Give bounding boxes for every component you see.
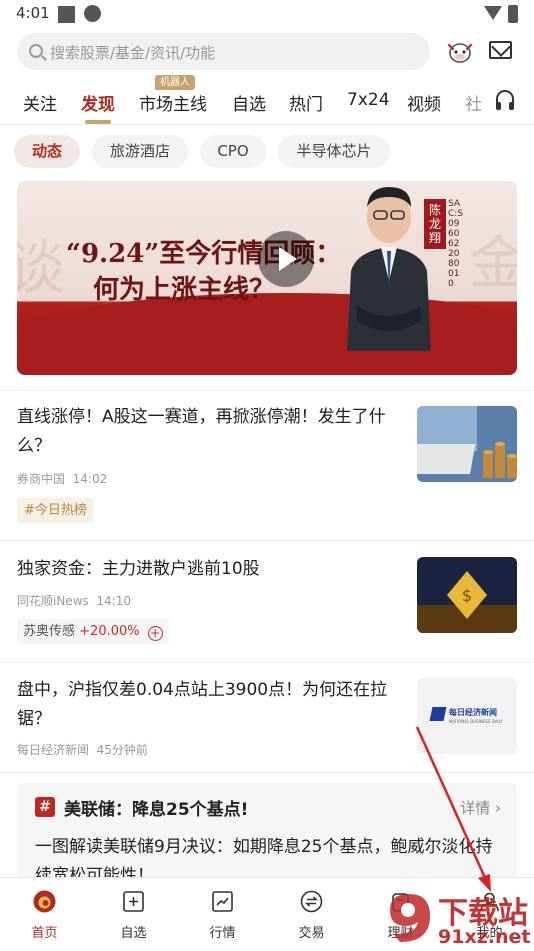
news-item[interactable]: 独家资金：主力进散户逃前10股 同花顺iNews 14:10 苏奥传感 +20.…	[17, 555, 517, 660]
banner-watermark: 谈	[17, 234, 66, 302]
nav-label: 自选	[120, 926, 147, 941]
presenter-photo	[347, 187, 431, 351]
hot-tag[interactable]: #今日热榜	[17, 498, 94, 523]
tab-7x24[interactable]: 7x24	[347, 90, 390, 110]
notification-square-icon	[58, 6, 75, 23]
robot-badge: 机器人	[155, 75, 195, 90]
news-source: 券商中国	[17, 472, 66, 486]
fed-card-body: 一图解读美联储9月决议：如期降息25个基点，鲍威尔淡化持续宽松可能性！	[35, 837, 493, 883]
divider	[0, 772, 534, 773]
search-icon	[29, 44, 43, 58]
svg-text:$: $	[462, 586, 472, 605]
watermark-logo-icon	[390, 894, 430, 942]
banner-watermark: 金	[469, 229, 517, 297]
nav-label: 首页	[31, 926, 58, 941]
nbd-logo-icon	[429, 707, 447, 721]
news-thumbnail-coins	[417, 406, 517, 482]
nav-label: 交易	[298, 926, 325, 941]
fed-card-more-label: 详情	[460, 799, 491, 817]
chip-cpo[interactable]: CPO	[200, 135, 266, 168]
thumb-logo-text: 每日经济新闻	[449, 708, 497, 717]
news-time: 14:10	[96, 594, 131, 608]
headset-icon[interactable]	[496, 90, 514, 110]
presenter-certificate: SAC:S0960622080010	[448, 199, 464, 289]
divider	[0, 390, 534, 391]
stock-name: 苏奥传感	[23, 624, 76, 639]
hashtag-icon: #	[35, 797, 55, 817]
news-headline: 直线涨停！A股这一赛道，再掀涨停潮！发生了什么？	[17, 407, 386, 456]
search-placeholder: 搜索股票/基金/资讯/功能	[50, 44, 216, 62]
site-watermark: 下载站 91xz.net	[384, 888, 534, 950]
tab-hot[interactable]: 热门	[289, 90, 323, 115]
nav-label: 行情	[209, 926, 236, 941]
add-square-icon	[123, 891, 144, 912]
divider	[0, 540, 534, 541]
notification-gear-icon	[84, 5, 101, 22]
chip-semiconductor[interactable]: 半导体芯片	[278, 135, 390, 168]
video-banner[interactable]: 谈 股 论 金 “9.24”至今行情回顾： 何为上涨主线？ 陈龙翔 SAC:S0…	[17, 181, 517, 375]
chart-icon	[212, 891, 233, 912]
nav-watchlist[interactable]: 自选	[89, 878, 178, 951]
news-headline: 盘中，沪指仅差0.04点站上3900点！为何还在拉锯？	[17, 680, 388, 729]
chip-travel-hotel[interactable]: 旅游酒店	[92, 135, 188, 168]
nav-trade[interactable]: 交易	[267, 878, 356, 951]
divider	[0, 662, 534, 663]
battery-icon	[508, 5, 518, 23]
stock-chip[interactable]: 苏奥传感 +20.00% +	[17, 619, 169, 644]
search-bar[interactable]: 搜索股票/基金/资讯/功能	[17, 33, 430, 70]
news-source: 同花顺iNews	[17, 594, 89, 608]
thumb-logo-sub: NATIONAL BUSINESS DAILY	[449, 719, 503, 724]
news-headline: 独家资金：主力进散户逃前10股	[17, 559, 260, 579]
banner-title-line2: 何为上涨主线？	[93, 275, 276, 305]
news-time: 45分钟前	[96, 743, 148, 757]
news-meta: 同花顺iNews 14:10	[17, 592, 131, 609]
nav-home[interactable]: 首页	[0, 878, 89, 951]
news-time: 14:02	[72, 472, 108, 486]
play-button[interactable]	[258, 231, 314, 287]
news-thumbnail-nbd: 每日经济新闻 NATIONAL BUSINESS DAILY	[417, 678, 517, 754]
news-meta: 每日经济新闻 45分钟前	[17, 741, 148, 758]
tab-watchlist[interactable]: 自选	[232, 90, 266, 115]
watermark-url: 91xz.net	[438, 926, 531, 948]
fed-card-more[interactable]: 详情 ›	[460, 797, 501, 818]
tab-community[interactable]: 社	[465, 90, 482, 115]
news-meta: 券商中国 14:02	[17, 470, 107, 487]
cow-mascot-icon[interactable]	[446, 38, 474, 64]
exchange-icon	[300, 890, 323, 913]
wifi-icon	[484, 6, 502, 20]
status-bar: 4:01	[0, 0, 534, 28]
fed-card[interactable]: # 美联储：降息25个基点! 详情 › 一图解读美联储9月决议：如期降息25个基…	[17, 783, 517, 883]
home-logo-icon	[33, 890, 56, 913]
tab-follow[interactable]: 关注	[23, 90, 57, 115]
news-source: 每日经济新闻	[17, 743, 90, 757]
tab-discover[interactable]: 发现	[81, 90, 115, 115]
news-item[interactable]: 盘中，沪指仅差0.04点站上3900点！为何还在拉锯？ 每日经济新闻 45分钟前…	[17, 676, 517, 771]
message-mail-icon[interactable]	[489, 41, 512, 59]
divider	[0, 124, 534, 125]
news-thumbnail-gold: $	[417, 557, 517, 633]
chip-dynamic[interactable]: 动态	[14, 135, 80, 168]
nav-market[interactable]: 行情	[178, 878, 267, 951]
status-time: 4:01	[16, 4, 50, 22]
add-watchlist-icon[interactable]: +	[147, 626, 163, 641]
news-item[interactable]: 直线涨停！A股这一赛道，再掀涨停潮！发生了什么？ 券商中国 14:02 #今日热…	[17, 403, 517, 538]
presenter-name: 陈龙翔	[424, 199, 446, 249]
top-tab-bar: 关注 发现 市场主线 自选 热门 7x24 视频 社	[0, 78, 534, 124]
stock-change: +20.00%	[79, 624, 140, 639]
fed-card-title: 美联储：降息25个基点!	[64, 800, 249, 820]
tab-video[interactable]: 视频	[407, 90, 441, 115]
tab-market-mainline[interactable]: 市场主线	[139, 90, 207, 115]
